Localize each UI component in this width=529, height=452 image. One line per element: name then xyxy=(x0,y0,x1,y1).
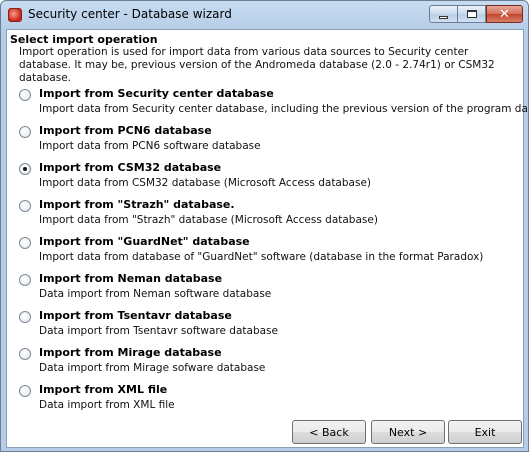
radio-button[interactable] xyxy=(19,126,31,138)
option-title[interactable]: Import from Mirage database xyxy=(39,346,222,359)
title-bar[interactable]: Security center - Database wizard ✕ xyxy=(1,1,528,29)
option-pcn6[interactable]: Import from PCN6 database Import data fr… xyxy=(19,123,519,157)
exit-button[interactable]: Exit xyxy=(448,420,522,444)
wizard-window: Security center - Database wizard ✕ Sele… xyxy=(0,0,529,452)
option-description: Import data from database of "GuardNet" … xyxy=(39,251,484,263)
radio-button[interactable] xyxy=(19,237,31,249)
option-title[interactable]: Import from Tsentavr database xyxy=(39,309,232,322)
option-description: Import data from PCN6 software database xyxy=(39,140,261,152)
option-title[interactable]: Import from PCN6 database xyxy=(39,124,212,137)
maximize-icon xyxy=(466,10,477,18)
close-button[interactable]: ✕ xyxy=(486,5,523,23)
maximize-button[interactable] xyxy=(458,5,486,23)
app-icon[interactable] xyxy=(8,8,22,22)
page-title: Select import operation xyxy=(10,33,158,46)
minimize-icon xyxy=(439,15,448,19)
radio-button[interactable] xyxy=(19,348,31,360)
wizard-content: Select import operation Import operation… xyxy=(6,29,528,448)
option-neman[interactable]: Import from Neman database Data import f… xyxy=(19,271,519,305)
option-title[interactable]: Import from "Strazh" database. xyxy=(39,198,235,211)
close-icon: ✕ xyxy=(499,6,510,22)
option-description: Data import from Tsentavr software datab… xyxy=(39,325,278,337)
option-mirage[interactable]: Import from Mirage database Data import … xyxy=(19,345,519,379)
option-strazh[interactable]: Import from "Strazh" database. Import da… xyxy=(19,197,519,231)
option-tsentavr[interactable]: Import from Tsentavr database Data impor… xyxy=(19,308,519,342)
option-title[interactable]: Import from Neman database xyxy=(39,272,222,285)
option-description: Data import from XML file xyxy=(39,399,175,411)
next-button[interactable]: Next > xyxy=(371,420,445,444)
option-csm32[interactable]: Import from CSM32 database Import data f… xyxy=(19,160,519,194)
radio-button[interactable] xyxy=(19,89,31,101)
option-description: Import data from "Strazh" database (Micr… xyxy=(39,214,378,226)
option-xml[interactable]: Import from XML file Data import from XM… xyxy=(19,382,519,416)
radio-button[interactable] xyxy=(19,385,31,397)
option-title[interactable]: Import from CSM32 database xyxy=(39,161,221,174)
minimize-button[interactable] xyxy=(429,5,458,23)
option-title[interactable]: Import from XML file xyxy=(39,383,167,396)
option-title[interactable]: Import from Security center database xyxy=(39,87,274,100)
option-security-center[interactable]: Import from Security center database Imp… xyxy=(19,86,528,120)
radio-button[interactable] xyxy=(19,311,31,323)
option-description: Import data from CSM32 database (Microso… xyxy=(39,177,371,189)
option-description: Import data from Security center databas… xyxy=(39,103,529,115)
option-guardnet[interactable]: Import from "GuardNet" database Import d… xyxy=(19,234,519,268)
option-description: Data import from Neman software database xyxy=(39,288,272,300)
page-description: Import operation is used for import data… xyxy=(19,46,495,84)
window-title: Security center - Database wizard xyxy=(28,7,232,21)
option-title[interactable]: Import from "GuardNet" database xyxy=(39,235,250,248)
option-description: Data import from Mirage sofware database xyxy=(39,362,266,374)
radio-button[interactable] xyxy=(19,274,31,286)
radio-button[interactable] xyxy=(19,200,31,212)
radio-button[interactable] xyxy=(19,163,31,175)
back-button[interactable]: < Back xyxy=(292,420,366,444)
